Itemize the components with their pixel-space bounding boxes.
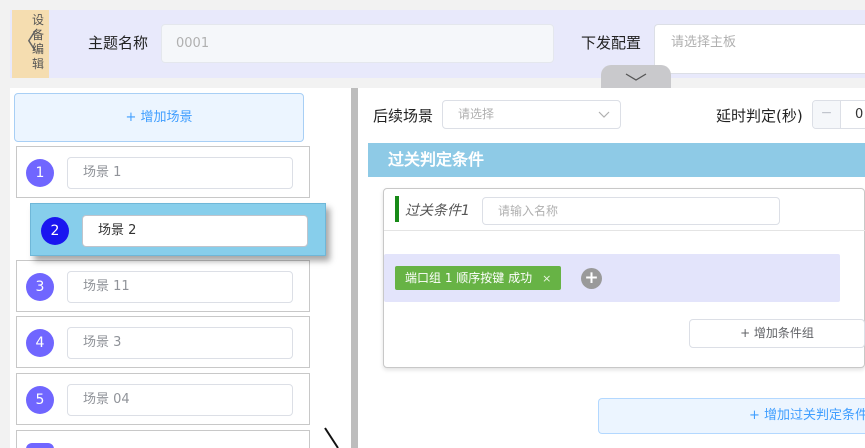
collapse-toggle[interactable] xyxy=(601,65,671,88)
decrement-button[interactable]: − xyxy=(813,101,841,128)
next-scene-placeholder: 请选择 xyxy=(458,107,495,121)
add-scene-button[interactable]: + 增加场景 xyxy=(14,93,304,142)
condition-title: 过关条件1 xyxy=(405,203,470,219)
dispatch-config-label: 下发配置 xyxy=(581,34,642,52)
delay-stepper[interactable]: − 0 xyxy=(812,100,865,129)
add-condition-button[interactable]: + xyxy=(581,268,602,289)
scene-item[interactable] xyxy=(16,430,310,448)
condition-tag[interactable]: 端口组 1 顺序按键 成功 × xyxy=(395,266,562,290)
next-scene-select[interactable]: 请选择 xyxy=(442,100,621,129)
scene-item[interactable]: 1 场景 1 xyxy=(16,146,310,198)
scene-item[interactable]: 3 场景 11 xyxy=(16,260,310,312)
scene-name-input[interactable]: 场景 2 xyxy=(82,215,308,247)
chevron-down-icon xyxy=(598,111,610,118)
next-scene-label: 后续场景 xyxy=(373,107,434,125)
board-select[interactable]: 请选择主板 xyxy=(654,24,865,74)
section-title: 过关判定条件 xyxy=(368,143,865,177)
panel-splitter[interactable] xyxy=(351,88,358,448)
delay-value: 0 xyxy=(855,107,864,122)
divider xyxy=(384,230,865,231)
scene-number-badge: 4 xyxy=(26,329,54,357)
scene-name-input[interactable]: 场景 11 xyxy=(67,271,293,303)
scene-list-panel: + 增加场景 1 场景 1 2 场景 2 3 场景 11 4 场景 3 5 场景… xyxy=(10,88,351,448)
theme-header-bar: 〈 设 备 编 辑 主题名称 0001 下发配置 请选择主板 xyxy=(10,10,865,88)
scene-number-badge: 5 xyxy=(26,386,54,414)
topic-name-input[interactable]: 0001 xyxy=(161,24,554,63)
add-pass-condition-button[interactable]: + 增加过关判定条件 xyxy=(598,398,865,434)
delay-label: 延时判定(秒) xyxy=(716,107,803,125)
condition-tag-label: 端口组 1 顺序按键 成功 xyxy=(405,271,533,285)
scene-number-badge: 3 xyxy=(26,273,54,301)
topic-name-label: 主题名称 xyxy=(88,34,149,52)
device-edit-label: 设 备 编 辑 xyxy=(31,13,44,71)
scene-name-input[interactable]: 场景 1 xyxy=(67,157,293,189)
scene-name-input[interactable]: 场景 04 xyxy=(67,384,293,416)
close-icon[interactable]: × xyxy=(542,272,551,285)
scene-number-badge: 1 xyxy=(26,159,54,187)
scene-number-badge xyxy=(26,443,54,448)
scene-item-active[interactable]: 2 场景 2 xyxy=(30,203,326,256)
add-condition-group-button[interactable]: + 增加条件组 xyxy=(689,319,865,348)
scene-item[interactable]: 5 场景 04 xyxy=(16,373,310,425)
scene-name-input[interactable]: 场景 3 xyxy=(67,327,293,359)
device-edit-tab[interactable]: 〈 设 备 编 辑 xyxy=(12,10,49,78)
condition-name-input[interactable]: 请输入名称 xyxy=(482,197,780,225)
chevron-down-icon xyxy=(625,73,647,81)
condition-accent-bar xyxy=(395,196,399,222)
scene-config-panel: 后续场景 请选择 延时判定(秒) − 0 过关判定条件 过关条件1 请输入名称 … xyxy=(358,88,865,448)
scene-number-badge: 2 xyxy=(41,217,69,245)
drag-cursor-icon xyxy=(324,427,339,448)
condition-group-row: 端口组 1 顺序按键 成功 × + xyxy=(384,254,840,302)
scene-item[interactable]: 4 场景 3 xyxy=(16,316,310,368)
